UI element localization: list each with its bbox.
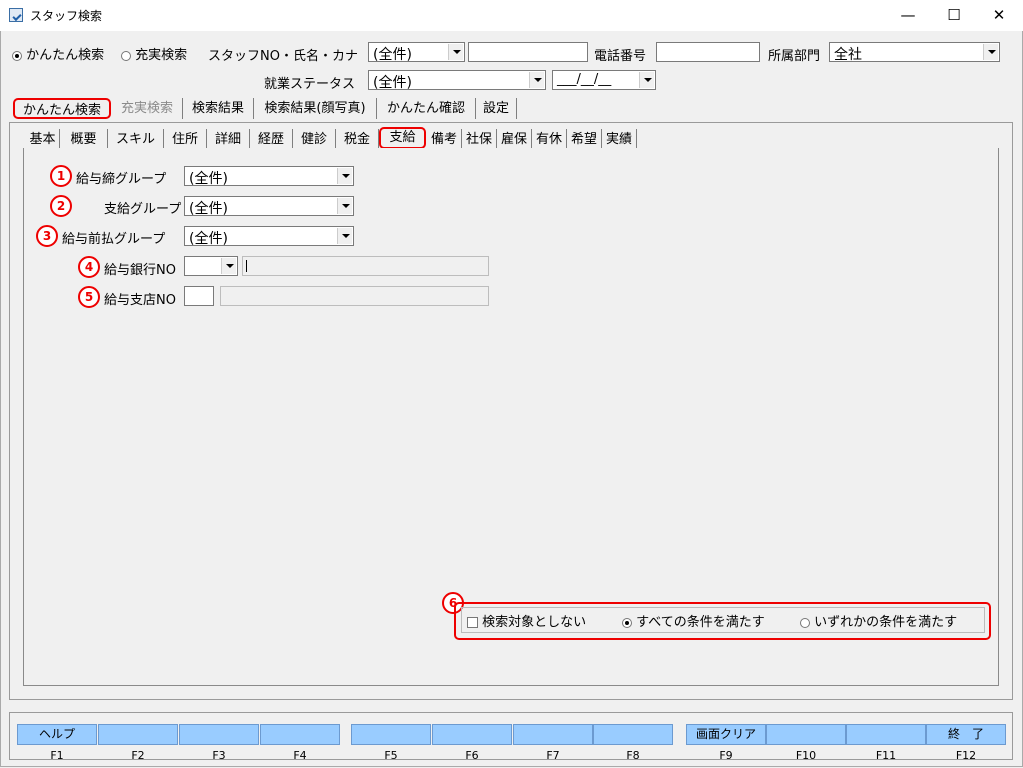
branch-name-field xyxy=(220,286,489,306)
sub-tab[interactable]: 希望 xyxy=(567,129,602,150)
sub-tab-payment-active[interactable]: 支給 xyxy=(379,127,426,149)
advance-pay-group-combo[interactable]: (全件) xyxy=(184,226,354,247)
sub-tab[interactable]: 基本 xyxy=(26,129,60,150)
tab-search-results[interactable]: 検索結果 xyxy=(183,98,254,119)
app-icon xyxy=(9,8,23,22)
function-key-label: F4 xyxy=(293,749,307,762)
radio-icon xyxy=(12,50,22,61)
sub-tab[interactable]: 社保 xyxy=(462,129,497,150)
branch-no-input[interactable] xyxy=(184,286,214,306)
exclude-checkbox[interactable]: 検索対象としない xyxy=(467,611,586,630)
chevron-down-icon xyxy=(337,168,352,184)
payroll-close-group-combo[interactable]: (全件) xyxy=(184,166,354,187)
function-key-label: F5 xyxy=(384,749,398,762)
marker-3-icon: 3 xyxy=(36,225,58,247)
radio-icon xyxy=(121,50,131,61)
chevron-down-icon xyxy=(337,228,352,244)
function-button-f2[interactable] xyxy=(98,724,178,745)
function-button-f8[interactable] xyxy=(593,724,673,745)
bank-name-field xyxy=(242,256,489,276)
marker-1-icon: 1 xyxy=(50,165,72,187)
function-key-label: F7 xyxy=(546,749,560,762)
chevron-down-icon xyxy=(337,198,352,214)
text-cursor xyxy=(246,260,247,272)
marker-4-icon: 4 xyxy=(78,256,100,278)
sub-tab[interactable]: 経歴 xyxy=(250,129,293,150)
status-label: 就業ステータス xyxy=(264,77,356,92)
sub-tab[interactable]: 健診 xyxy=(293,129,336,150)
advance-pay-group-label: 給与前払グループ xyxy=(62,232,166,247)
chevron-down-icon xyxy=(529,72,544,88)
title-bar: スタッフ検索 — ☐ ✕ xyxy=(0,0,1023,31)
function-key-label: F11 xyxy=(875,749,897,762)
checkbox-icon xyxy=(467,617,478,628)
sub-tab[interactable]: 実績 xyxy=(602,129,637,150)
chevron-down-icon xyxy=(221,258,236,274)
function-button-f6[interactable] xyxy=(432,724,512,745)
function-button-f12[interactable]: 終 了 xyxy=(926,724,1006,745)
function-button-f4[interactable] xyxy=(260,724,340,745)
main-tab-strip: かんたん検索 充実検索 検索結果 検索結果(顔写真) かんたん確認 設定 xyxy=(12,98,532,120)
chevron-down-icon xyxy=(448,44,463,60)
sub-tab[interactable]: 住所 xyxy=(164,129,207,150)
tab-easy-search[interactable]: かんたん検索 xyxy=(13,98,111,119)
payment-group-combo[interactable]: (全件) xyxy=(184,196,354,217)
dept-label: 所属部門 xyxy=(768,49,821,64)
sub-tab[interactable]: 備考 xyxy=(427,129,462,150)
function-button-f5[interactable] xyxy=(351,724,431,745)
function-button-f10[interactable] xyxy=(766,724,846,745)
function-key-label: F3 xyxy=(212,749,226,762)
payroll-close-group-label: 給与締グループ xyxy=(76,172,167,187)
marker-2-icon: 2 xyxy=(50,195,72,217)
marker-5-icon: 5 xyxy=(78,286,100,308)
payment-group-label: 支給グループ xyxy=(104,202,182,217)
function-key-label: F9 xyxy=(719,749,733,762)
sub-tab[interactable]: 概要 xyxy=(60,129,108,150)
sub-tab[interactable]: スキル xyxy=(108,129,164,150)
easy-search-radio[interactable]: かんたん検索 xyxy=(12,44,104,63)
function-button-f7[interactable] xyxy=(513,724,593,745)
function-key-label: F6 xyxy=(465,749,479,762)
staff-combo[interactable]: (全件) xyxy=(368,42,465,63)
bank-no-combo[interactable] xyxy=(184,256,238,276)
chevron-down-icon xyxy=(639,72,654,88)
phone-label: 電話番号 xyxy=(594,49,647,64)
function-key-label: F12 xyxy=(955,749,977,762)
date-picker[interactable]: ___/__/__ xyxy=(552,70,656,90)
function-button-f11[interactable] xyxy=(846,724,926,745)
phone-input[interactable] xyxy=(656,42,760,62)
chevron-down-icon xyxy=(983,44,998,60)
maximize-button[interactable]: ☐ xyxy=(931,0,977,31)
dept-combo[interactable]: 全社 xyxy=(829,42,1000,63)
minimize-button[interactable]: — xyxy=(885,0,931,31)
staff-text-input[interactable] xyxy=(468,42,588,62)
close-button[interactable]: ✕ xyxy=(976,0,1022,31)
function-key-label: F1 xyxy=(50,749,64,762)
status-combo[interactable]: (全件) xyxy=(368,70,546,91)
function-button-f1[interactable]: ヘルプ xyxy=(17,724,97,745)
function-key-label: F8 xyxy=(626,749,640,762)
function-key-label: F2 xyxy=(131,749,145,762)
tab-settings[interactable]: 設定 xyxy=(476,98,517,119)
match-any-radio[interactable]: いずれかの条件を満たす xyxy=(800,611,957,630)
match-all-radio[interactable]: すべての条件を満たす xyxy=(622,611,765,630)
function-button-f3[interactable] xyxy=(179,724,259,745)
window-title: スタッフ検索 xyxy=(30,9,103,23)
function-key-label: F10 xyxy=(795,749,817,762)
radio-icon xyxy=(622,617,632,628)
bank-no-label: 給与銀行NO xyxy=(104,263,176,278)
branch-no-label: 給与支店NO xyxy=(104,293,176,308)
sub-tab[interactable]: 詳細 xyxy=(207,129,250,150)
tab-search-results-photo[interactable]: 検索結果(顔写真) xyxy=(254,98,377,119)
sub-tab[interactable]: 雇保 xyxy=(497,129,532,150)
full-search-radio[interactable]: 充実検索 xyxy=(121,44,187,63)
staff-label: スタッフNO・氏名・カナ xyxy=(208,49,358,64)
tab-easy-confirm[interactable]: かんたん確認 xyxy=(377,98,476,119)
function-button-f9[interactable]: 画面クリア xyxy=(686,724,766,745)
tab-full-search[interactable]: 充実検索 xyxy=(112,98,183,119)
sub-tab[interactable]: 有休 xyxy=(532,129,567,150)
radio-icon xyxy=(800,617,810,628)
sub-tab[interactable]: 税金 xyxy=(336,129,379,150)
